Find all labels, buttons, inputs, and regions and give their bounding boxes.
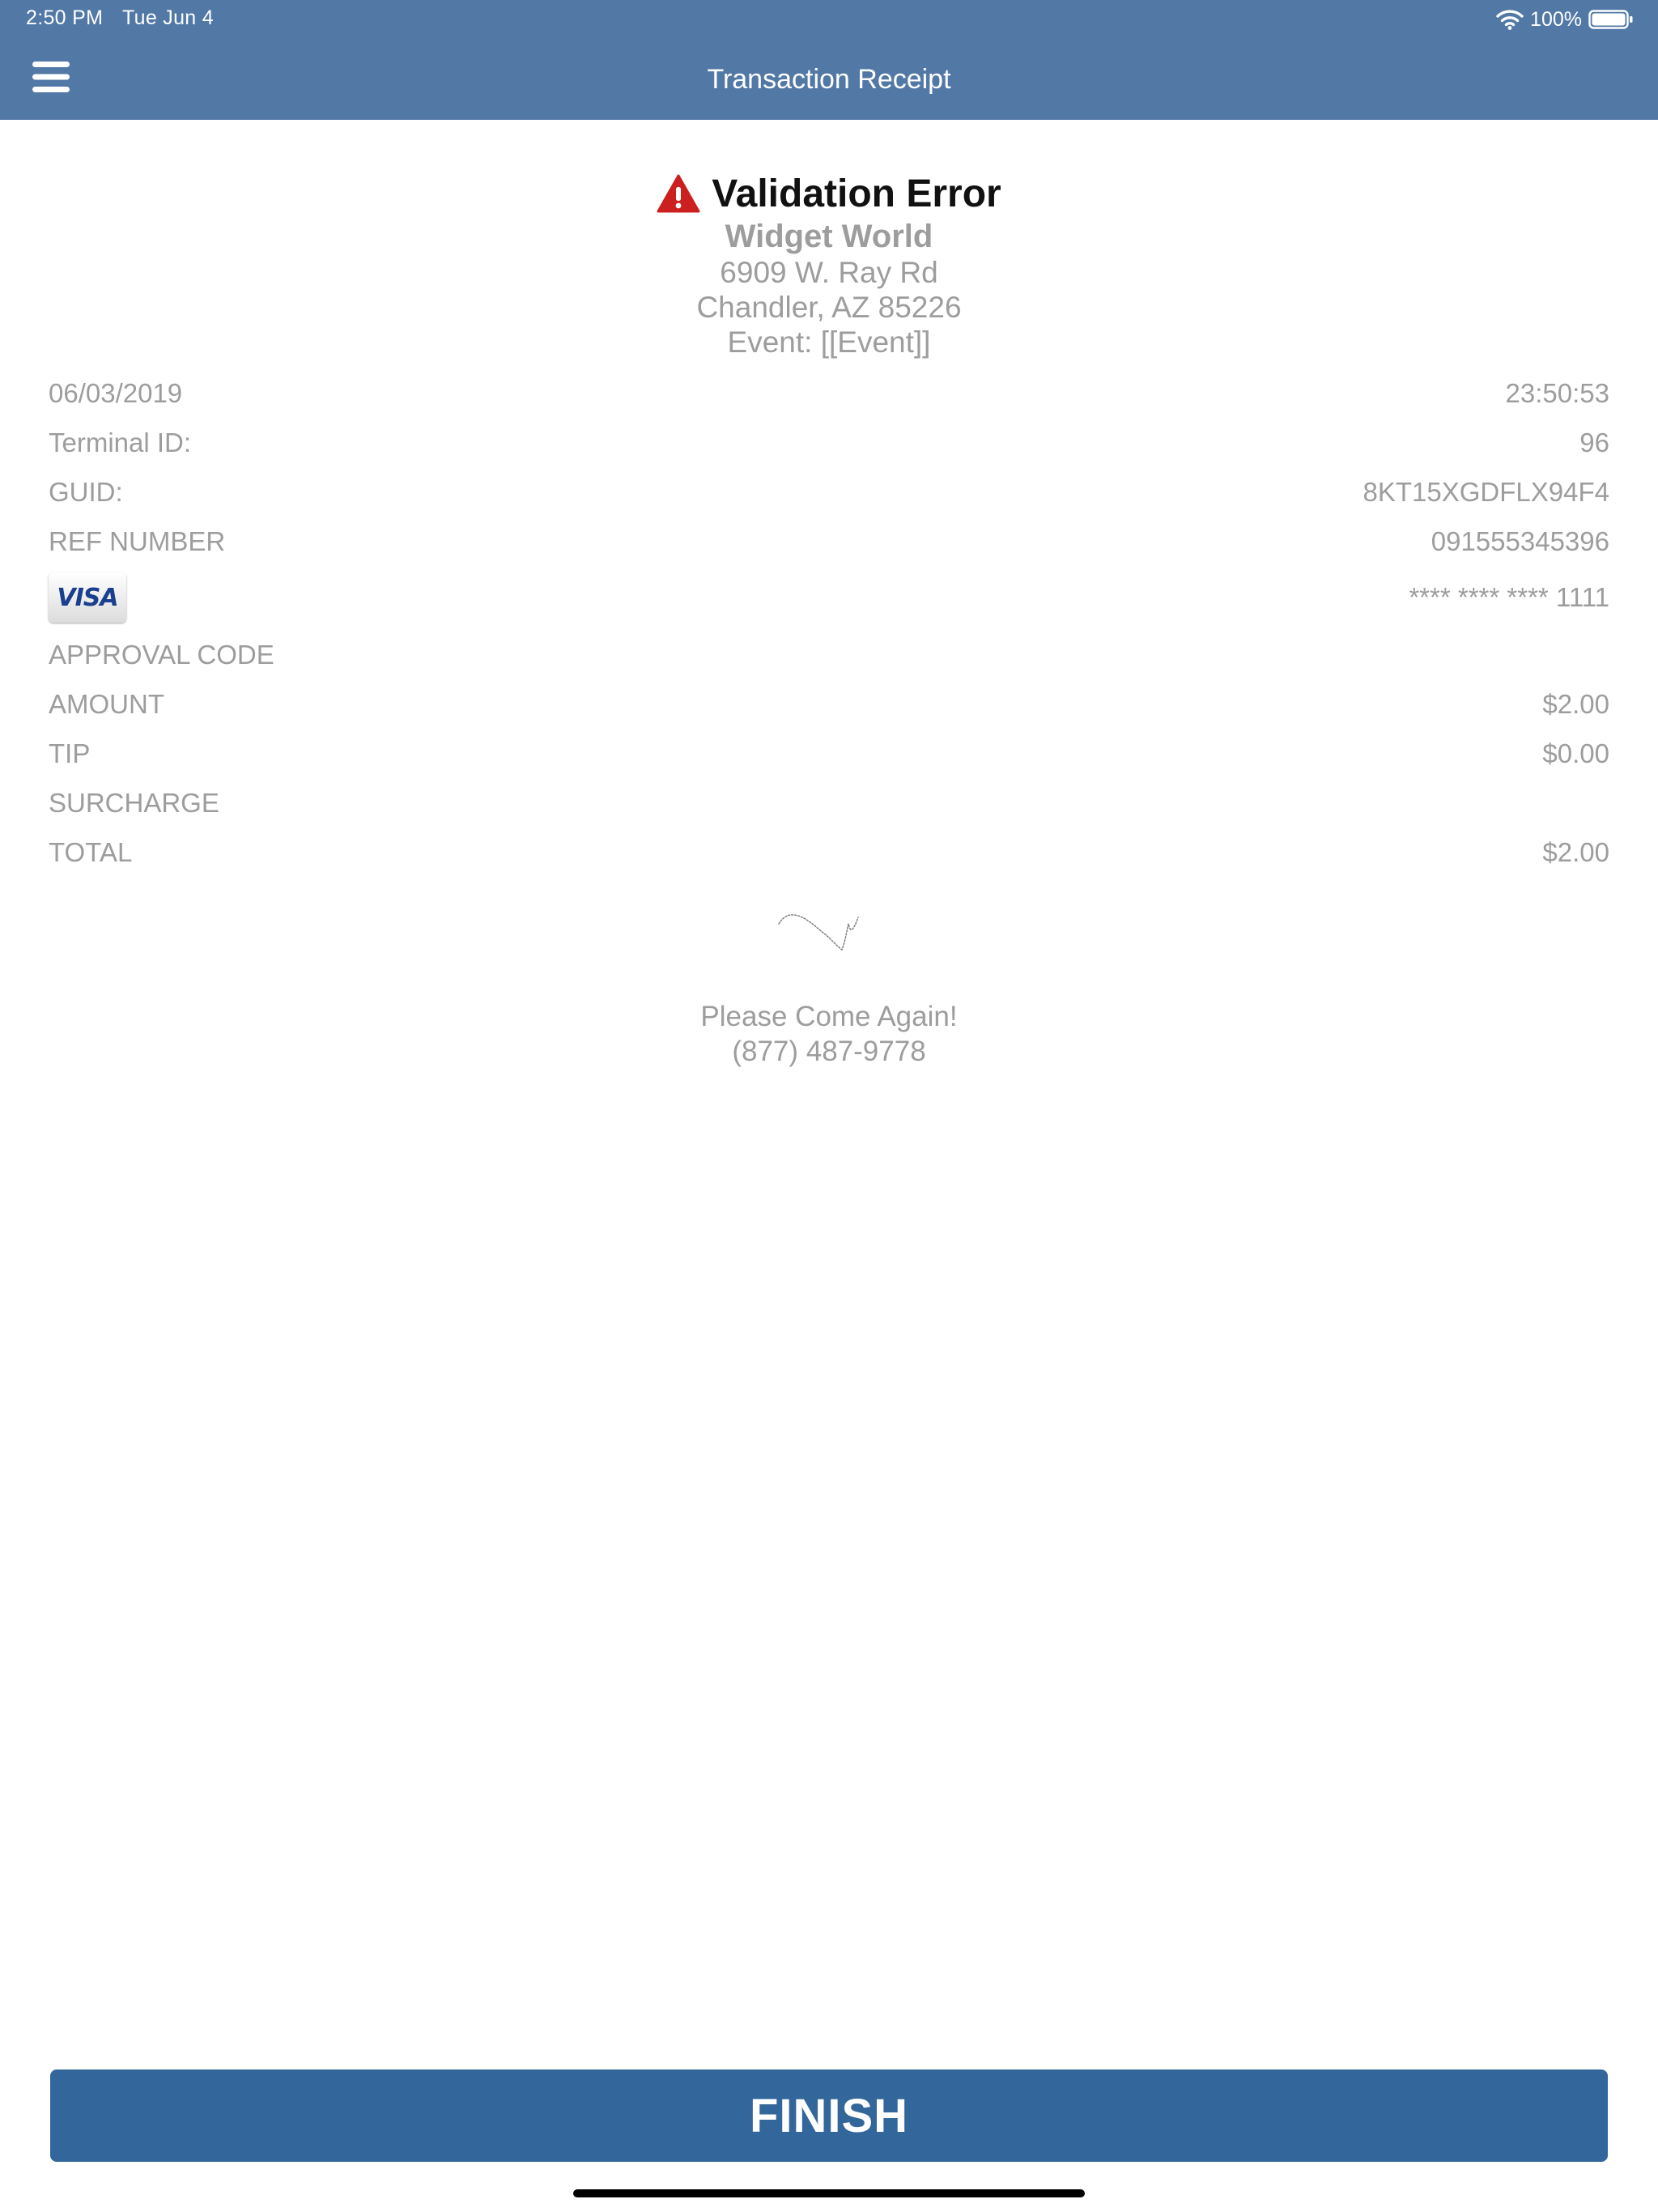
tip-label: TIP [49,738,91,768]
finish-button[interactable]: FINISH [50,2069,1608,2162]
merchant-name: Widget World [725,219,933,254]
amount-label: AMOUNT [49,689,164,719]
status-date: Tue Jun 4 [122,6,214,29]
ref-number-label: REF NUMBER [49,526,226,556]
receipt-row-datetime: 06/03/2019 23:50:53 [49,374,1609,413]
tip-value: $0.00 [1542,738,1609,768]
visa-card-icon: VISA [49,572,126,623]
battery-percent: 100% [1530,7,1582,31]
event-line: Event: [[Event]] [727,325,931,359]
validation-error-heading: Validation Error [0,168,1658,219]
guid-label: GUID: [49,477,123,507]
status-time: 2:50 PM [26,6,104,29]
masked-card-number: **** **** **** 1111 [1409,582,1609,612]
receipt-row-card: VISA **** **** **** 1111 [49,572,1609,623]
guid-value: 8KT15XGDFLX94F4 [1363,477,1609,507]
receipt-row-terminal-id: Terminal ID: 96 [49,423,1609,462]
thank-you-message: Please Come Again! [700,1001,958,1032]
address-line-2: Chandler, AZ 85226 [696,291,962,324]
home-indicator[interactable] [573,2189,1085,2197]
approval-code-label: APPROVAL CODE [49,640,274,670]
receipt-date: 06/03/2019 [49,378,183,408]
receipt-row-tip: TIP $0.00 [49,734,1609,773]
receipt-row-ref-number: REF NUMBER 091555345396 [49,522,1609,561]
error-title: Validation Error [712,172,1001,215]
surcharge-label: SURCHARGE [49,788,219,818]
warning-triangle-icon [657,174,700,213]
terminal-id-value: 96 [1579,428,1609,457]
page-title: Transaction Receipt [707,64,951,95]
status-indicators: 100% [1496,5,1634,34]
merchant-phone: (877) 487-9778 [732,1036,926,1067]
top-bar: 2:50 PM Tue Jun 4 100% Transaction Recei… [0,0,1658,120]
receipt-row-approval-code: APPROVAL CODE [49,636,1609,674]
receipt-row-amount: AMOUNT $2.00 [49,685,1609,724]
signature-image [778,914,859,951]
wifi-icon [1496,10,1524,30]
receipt-time: 23:50:53 [1505,378,1609,408]
address-line-1: 6909 W. Ray Rd [720,256,938,289]
total-label: TOTAL [49,837,133,867]
total-value: $2.00 [1542,837,1609,867]
receipt-row-guid: GUID: 8KT15XGDFLX94F4 [49,473,1609,512]
receipt-row-surcharge: SURCHARGE [49,784,1609,823]
ref-number-value: 091555345396 [1431,526,1609,556]
receipt-row-total: TOTAL $2.00 [49,833,1609,872]
amount-value: $2.00 [1542,689,1609,719]
battery-icon [1588,10,1633,29]
terminal-id-label: Terminal ID: [49,428,192,457]
